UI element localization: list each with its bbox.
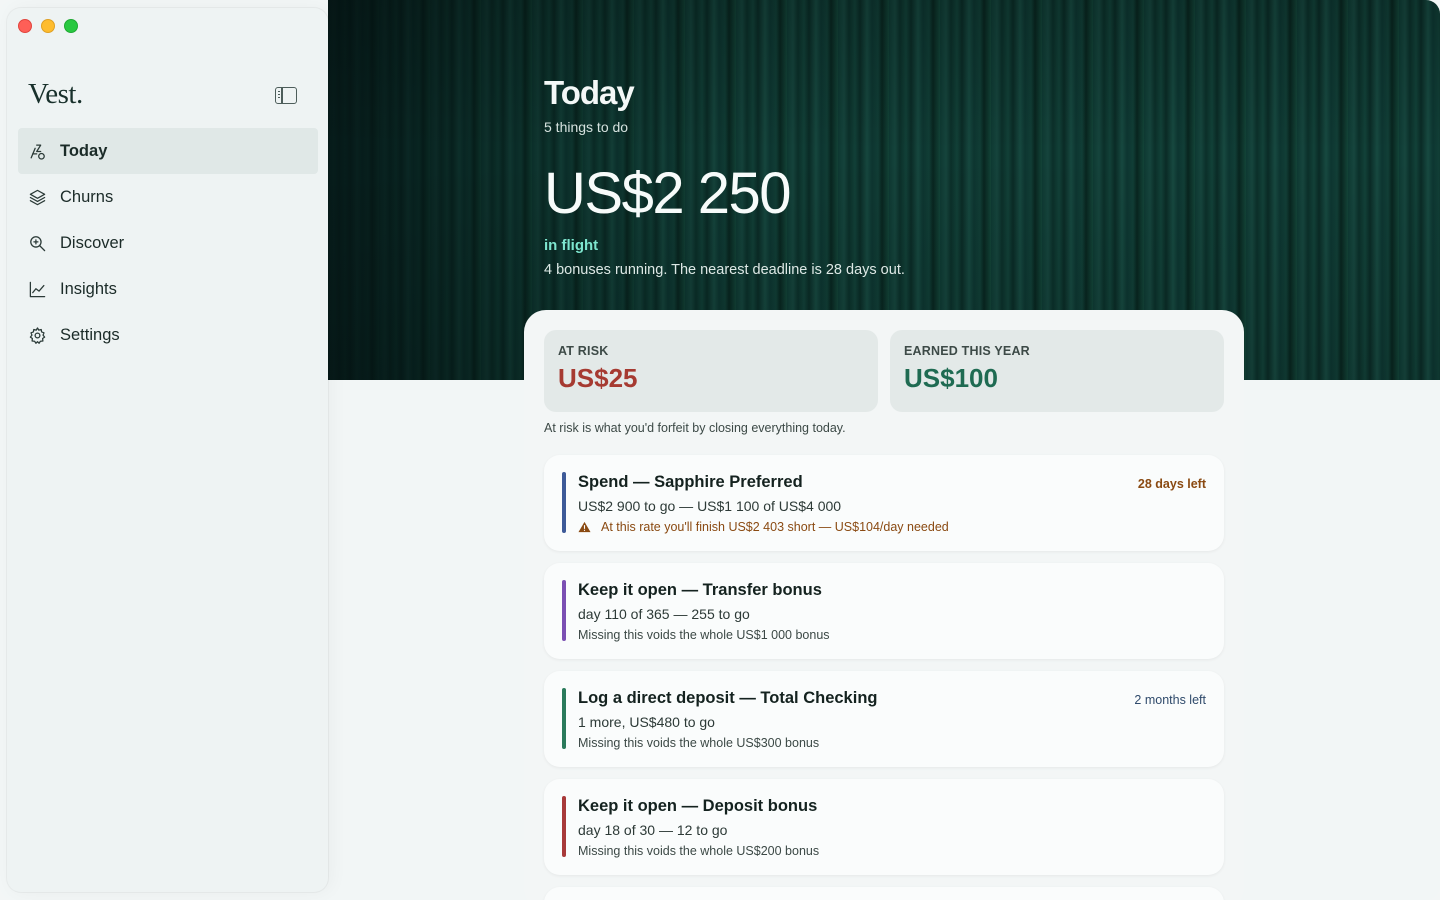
task-accent-bar (562, 472, 566, 533)
hero-description: 4 bonuses running. The nearest deadline … (544, 262, 905, 278)
at-risk-card: AT RISK US$25 (544, 330, 878, 412)
task-deadline: 2 months left (1134, 693, 1206, 707)
task-note: Missing this voids the whole US$200 bonu… (578, 844, 820, 858)
brand-logo: Vest. (28, 78, 83, 110)
today-icon (27, 141, 47, 161)
close-window-button[interactable] (18, 19, 32, 33)
sidebar-item-label: Settings (60, 325, 120, 344)
task-count: 5 things to do (544, 119, 629, 135)
task-accent-bar (562, 796, 566, 857)
task-card[interactable]: Keep it open — Deposit bonus day 18 of 3… (544, 779, 1224, 875)
at-risk-value: US$25 (558, 363, 638, 393)
task-progress: day 110 of 365 — 255 to go (578, 606, 750, 622)
app-window: Vest. Today Churns Discover Insights Set… (0, 0, 1440, 900)
page-title: Today (544, 74, 635, 111)
task-progress: day 18 of 30 — 12 to go (578, 822, 728, 838)
task-list: Spend — Sapphire Preferred US$2 900 to g… (544, 455, 1224, 900)
window-controls (18, 19, 78, 33)
task-note: Missing this voids the whole US$1 000 bo… (578, 628, 830, 642)
minimize-window-button[interactable] (41, 19, 55, 33)
task-note: At this rate you'll finish US$2 403 shor… (601, 520, 949, 534)
at-risk-label: AT RISK (558, 344, 609, 358)
warning-icon (578, 521, 591, 533)
sidebar: Vest. Today Churns Discover Insights Set… (7, 8, 328, 892)
sidebar-item-today[interactable]: Today (18, 128, 318, 174)
in-flight-amount: US$2 250 (544, 161, 791, 226)
layers-icon (27, 187, 47, 207)
earned-value: US$100 (904, 363, 998, 393)
task-warning: At this rate you'll finish US$2 403 shor… (578, 520, 1206, 534)
task-title: Log a direct deposit — Total Checking (578, 689, 878, 707)
stats-row: AT RISK US$25 EARNED THIS YEAR US$100 (544, 330, 1224, 412)
earned-label: EARNED THIS YEAR (904, 344, 1030, 358)
sidebar-toggle-icon[interactable] (275, 87, 297, 104)
sidebar-item-label: Discover (60, 233, 125, 252)
task-title: Spend — Sapphire Preferred (578, 473, 803, 491)
task-accent-bar (562, 688, 566, 749)
task-card[interactable]: Keep it open — Transfer bonus day 110 of… (544, 563, 1224, 659)
task-card[interactable]: Log a direct deposit — Total Checking 1 … (544, 671, 1224, 767)
sidebar-item-label: Churns (60, 187, 114, 206)
sidebar-item-settings[interactable]: Settings (18, 312, 318, 358)
at-risk-note: At risk is what you'd forfeit by closing… (544, 421, 846, 435)
task-progress: 1 more, US$480 to go (578, 714, 715, 730)
task-accent-bar (562, 580, 566, 641)
task-card[interactable] (544, 887, 1224, 900)
task-card[interactable]: Spend — Sapphire Preferred US$2 900 to g… (544, 455, 1224, 551)
earned-card: EARNED THIS YEAR US$100 (890, 330, 1224, 412)
task-note: Missing this voids the whole US$300 bonu… (578, 736, 820, 750)
task-progress: US$2 900 to go — US$1 100 of US$4 000 (578, 498, 842, 514)
main-panel: AT RISK US$25 EARNED THIS YEAR US$100 At… (524, 310, 1244, 900)
search-icon (27, 233, 47, 253)
chart-icon (27, 279, 47, 299)
zoom-window-button[interactable] (64, 19, 78, 33)
gear-icon (27, 325, 47, 345)
in-flight-label: in flight (544, 237, 599, 254)
sidebar-item-discover[interactable]: Discover (18, 220, 318, 266)
sidebar-nav: Today Churns Discover Insights Settings (18, 128, 318, 358)
sidebar-item-label: Insights (60, 279, 117, 298)
sidebar-item-churns[interactable]: Churns (18, 174, 318, 220)
sidebar-item-label: Today (60, 141, 108, 160)
task-deadline: 28 days left (1137, 477, 1206, 491)
sidebar-item-insights[interactable]: Insights (18, 266, 318, 312)
task-title: Keep it open — Deposit bonus (578, 797, 818, 815)
task-title: Keep it open — Transfer bonus (578, 581, 822, 599)
